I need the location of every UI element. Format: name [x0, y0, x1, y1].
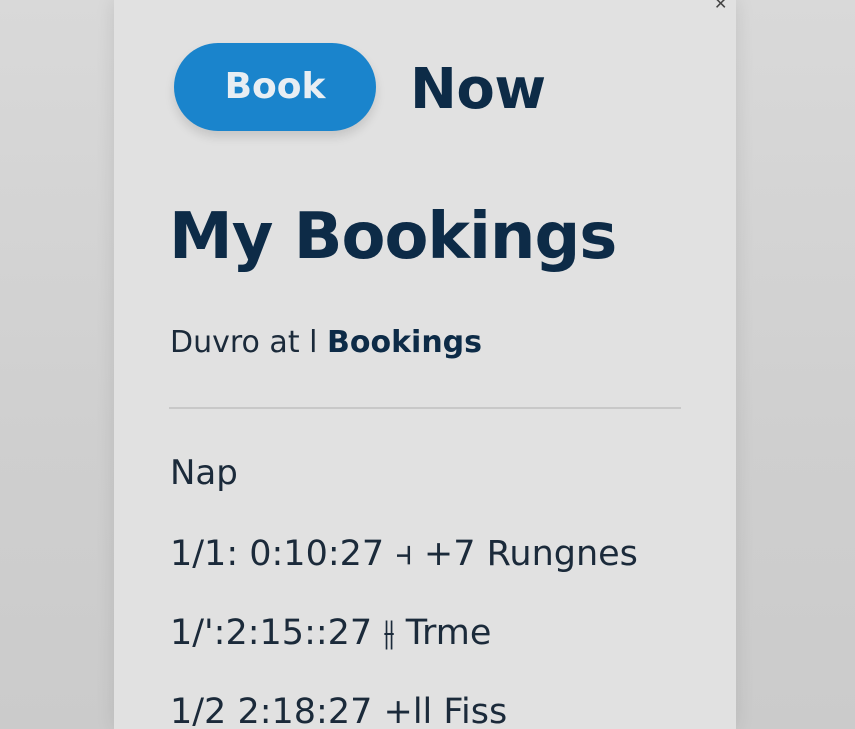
- divider: [169, 407, 681, 409]
- book-button[interactable]: Book: [174, 43, 376, 131]
- now-label: Now: [410, 57, 546, 122]
- subtitle-prefix: Duvro at l: [170, 325, 318, 360]
- subtitle: Duvro at l Bookings: [170, 321, 482, 365]
- booking-row[interactable]: 1/2 2:18:27 +ll Fiss: [170, 686, 507, 729]
- close-icon[interactable]: ✕: [714, 0, 727, 13]
- bookings-panel: Book Now My Bookings Duvro at l Bookings…: [114, 0, 736, 729]
- booking-row[interactable]: 1/':2:15::27 ⫲ Trme: [170, 607, 491, 659]
- subtitle-strong: Bookings: [327, 325, 483, 360]
- section-label: Nap: [170, 453, 238, 493]
- booking-row[interactable]: 1/1: 0:10:27 ⫞ +7 Rungnes: [170, 528, 638, 580]
- page-title: My Bookings: [169, 200, 617, 274]
